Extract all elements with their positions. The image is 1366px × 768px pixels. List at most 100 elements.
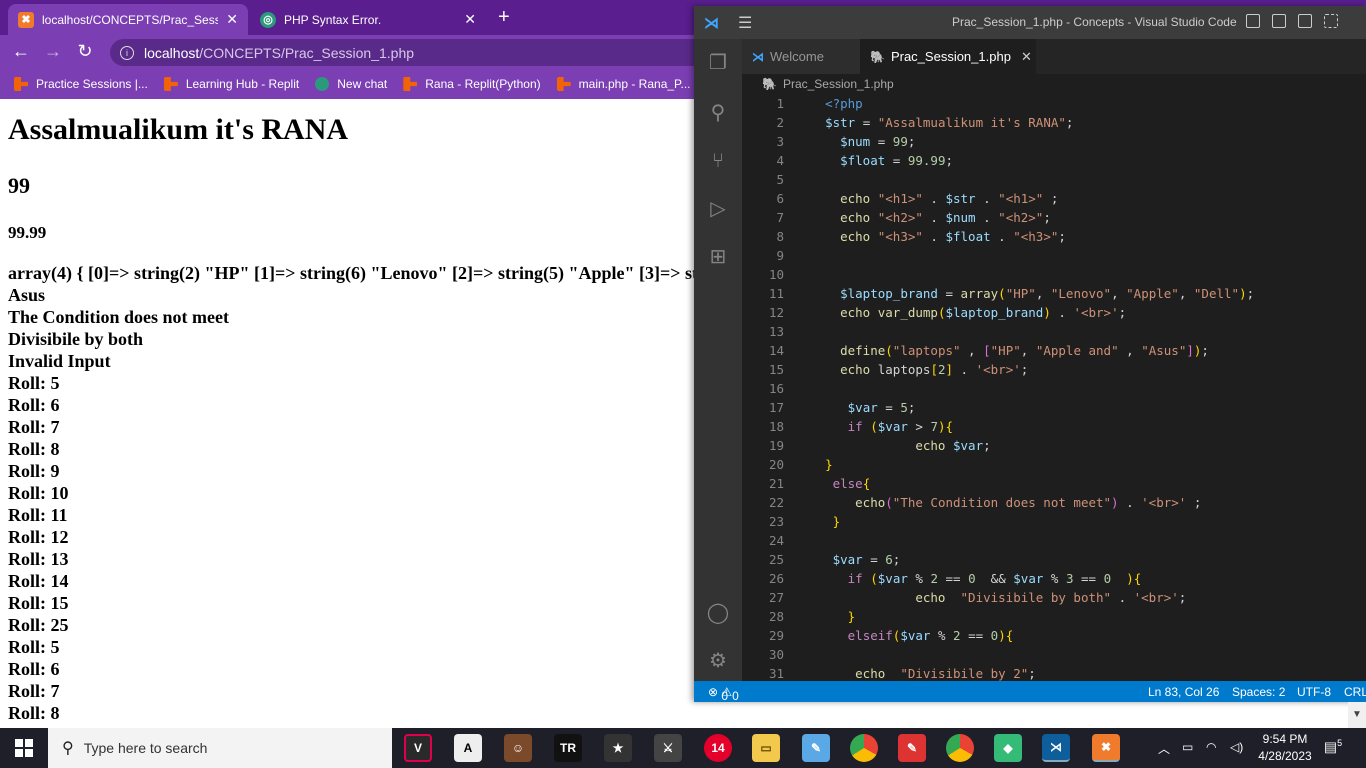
- close-tab-icon[interactable]: ✕: [464, 11, 476, 28]
- notification-icon[interactable]: ▤5: [1322, 738, 1344, 760]
- code-line: 9: [776, 248, 784, 263]
- bookmark-label: Rana - Replit(Python): [425, 77, 541, 91]
- bookmark-item[interactable]: Practice Sessions |...: [14, 77, 148, 91]
- eol-setting[interactable]: CRL: [1344, 685, 1366, 699]
- source-control-icon[interactable]: ⑂: [706, 149, 730, 173]
- code-line: 8 echo "<h3>" . $float . "<h3>";: [776, 229, 1066, 244]
- encoding-setting[interactable]: UTF-8: [1297, 685, 1331, 699]
- bookmark-label: main.php - Rana_P...: [578, 77, 691, 91]
- tomb-raider-app-icon[interactable]: TR: [554, 734, 582, 762]
- breadcrumb[interactable]: 🐘 Prac_Session_1.php: [742, 74, 1366, 94]
- start-button[interactable]: [0, 728, 48, 768]
- output-line: Roll: 6: [8, 395, 60, 415]
- chevron-up-icon[interactable]: ︿: [1158, 740, 1170, 757]
- output-lines: Asus The Condition does not meet Divisibil…: [8, 284, 700, 728]
- code-line: 29 elseif($var % 2 == 0){: [768, 628, 1014, 643]
- back-button[interactable]: ←: [10, 41, 32, 62]
- taskbar-search[interactable]: ⚲ Type here to search: [48, 728, 392, 768]
- game-app-icon[interactable]: ⚔: [654, 734, 682, 762]
- toggle-sidebar-icon[interactable]: [1246, 14, 1260, 28]
- tab-welcome[interactable]: ⋊ Welcome: [742, 39, 860, 74]
- bookmark-item[interactable]: main.php - Rana_P...: [556, 77, 691, 91]
- forward-button[interactable]: →: [42, 41, 64, 62]
- output-line: Roll: 10: [8, 483, 69, 503]
- output-line: Roll: 15: [8, 593, 69, 613]
- notepad-app-icon[interactable]: ✎: [802, 734, 830, 762]
- code-line: 17 $var = 5;: [768, 400, 916, 415]
- close-tab-icon[interactable]: ✕: [1021, 49, 1032, 65]
- battery-icon[interactable]: ▭: [1182, 740, 1193, 754]
- output-line: Asus: [8, 285, 46, 305]
- customize-layout-icon[interactable]: [1324, 14, 1338, 28]
- output-line: The Condition does not meet: [8, 307, 230, 327]
- url-field[interactable]: i localhost/CONCEPTS/Prac_Session_1.php: [110, 39, 710, 66]
- problems-indicator[interactable]: ⊗ 0 ⚠ 0: [708, 685, 739, 703]
- output-line: Roll: 5: [8, 373, 60, 393]
- code-line: 16: [768, 381, 784, 396]
- settings-gear-icon[interactable]: ⚙: [706, 649, 730, 673]
- new-tab-button[interactable]: +: [498, 6, 510, 29]
- indentation-setting[interactable]: Spaces: 2: [1232, 685, 1285, 699]
- chrome-icon[interactable]: [850, 734, 878, 762]
- code-editor[interactable]: 1 <?php 2 $str = "Assalmualikum it's RAN…: [742, 94, 1366, 681]
- site-info-icon[interactable]: i: [120, 45, 134, 60]
- vscode-logo-icon: ⋊: [752, 49, 764, 64]
- reload-button[interactable]: ↻: [74, 41, 96, 62]
- tab-prac-session[interactable]: 🐘 Prac_Session_1.php ✕: [860, 39, 1036, 74]
- volume-icon[interactable]: ◁): [1230, 740, 1243, 754]
- wifi-icon[interactable]: ◠: [1206, 740, 1216, 754]
- clock[interactable]: 9:54 PM 4/28/2023: [1250, 731, 1320, 765]
- status-bar: ⊗ 0 ⚠ 0 Ln 83, Col 26 Spaces: 2 UTF-8 CR…: [694, 681, 1366, 703]
- code-line: 5: [776, 172, 784, 187]
- activity-bar: ❐ ⚲ ⑂ ▷ ⊞ ◯ ⚙: [694, 39, 742, 681]
- scroll-down-arrow-icon[interactable]: ▼: [1348, 702, 1366, 728]
- bookmark-item[interactable]: Rana - Replit(Python): [403, 77, 541, 91]
- code-line: 7 echo "<h2>" . $num . "<h2>";: [776, 210, 1051, 225]
- code-line: 25 $var = 6;: [768, 552, 901, 567]
- code-line: 14 define("laptops" , ["HP", "Apple and"…: [768, 343, 1209, 358]
- close-tab-icon[interactable]: ✕: [226, 11, 238, 28]
- paint-app-icon[interactable]: ✎: [898, 734, 926, 762]
- file-explorer-icon[interactable]: ▭: [752, 734, 780, 762]
- account-icon[interactable]: ◯: [706, 601, 730, 625]
- bookmark-item[interactable]: Learning Hub - Replit: [163, 77, 299, 91]
- search-icon[interactable]: ⚲: [706, 101, 730, 125]
- code-line: 23 }: [768, 514, 841, 529]
- game-app-icon[interactable]: A: [454, 734, 482, 762]
- star-app-icon[interactable]: ★: [604, 734, 632, 762]
- editor-tabs: ⋊ Welcome 🐘 Prac_Session_1.php ✕: [742, 39, 1366, 74]
- browser-tab[interactable]: ◎ PHP Syntax Error. ✕: [250, 4, 486, 35]
- cursor-position[interactable]: Ln 83, Col 26: [1148, 685, 1219, 699]
- hamburger-menu-icon[interactable]: ☰: [738, 13, 752, 33]
- game-character-app-icon[interactable]: ☺: [504, 734, 532, 762]
- run-debug-icon[interactable]: ▷: [706, 197, 730, 221]
- var-dump-output: array(4) { [0]=> string(2) "HP" [1]=> st…: [8, 263, 700, 283]
- code-line: 24: [768, 533, 784, 548]
- output-line: Roll: 8: [8, 703, 60, 723]
- chrome-profile-icon[interactable]: [946, 734, 974, 762]
- explorer-icon[interactable]: ❐: [706, 51, 730, 75]
- url-path: /CONCEPTS/Prac_Session_1.php: [199, 44, 415, 61]
- vscode-taskbar-icon[interactable]: ⋊: [1042, 734, 1070, 762]
- toggle-panel-icon[interactable]: [1272, 14, 1286, 28]
- tab-label: Welcome: [770, 49, 824, 64]
- toggle-secondary-sidebar-icon[interactable]: [1298, 14, 1312, 28]
- code-line: 28 }: [768, 609, 856, 624]
- valorant-app-icon[interactable]: V: [404, 734, 432, 762]
- code-line: 1 <?php: [776, 96, 863, 111]
- output-line: Roll: 25: [8, 615, 69, 635]
- output-line: Roll: 7: [8, 417, 60, 437]
- xampp-taskbar-icon[interactable]: ✖: [1092, 734, 1120, 762]
- code-line: 4 $float = 99.99;: [776, 153, 954, 168]
- app-icon[interactable]: ◆: [994, 734, 1022, 762]
- extensions-icon[interactable]: ⊞: [706, 245, 730, 269]
- code-line: 10: [768, 267, 784, 282]
- breadcrumb-label: Prac_Session_1.php: [782, 77, 894, 91]
- game-14-app-icon[interactable]: 14: [704, 734, 732, 762]
- clock-time: 9:54 PM: [1262, 732, 1308, 746]
- output-line: Divisibile by both: [8, 329, 144, 349]
- chatgpt-icon: [315, 77, 330, 91]
- bookmark-item[interactable]: New chat: [315, 77, 387, 91]
- browser-tab-active[interactable]: ✖ localhost/CONCEPTS/Prac_Session_1.php …: [8, 4, 248, 35]
- code-line: 22 echo("The Condition does not meet") .…: [768, 495, 1202, 510]
